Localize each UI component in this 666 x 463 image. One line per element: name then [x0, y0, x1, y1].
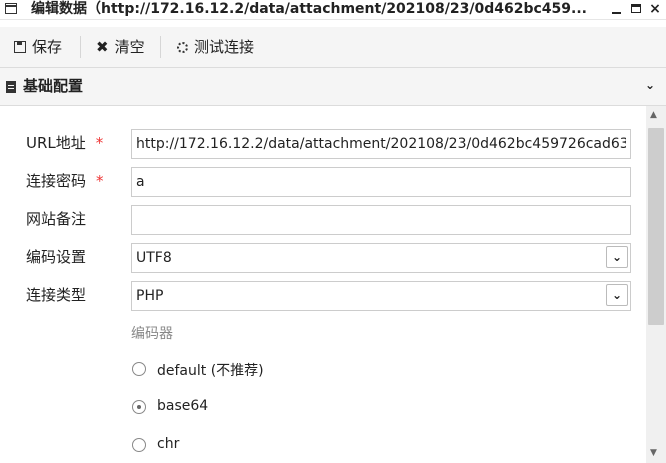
password-label: 连接密码 * — [26, 166, 104, 196]
toolbar-divider — [160, 36, 161, 58]
encoder-option-label[interactable]: base64 — [157, 398, 208, 414]
clear-button[interactable]: ✖ 清空 — [96, 27, 145, 67]
scrollbar-thumb[interactable] — [648, 128, 664, 325]
save-button-label: 保存 — [32, 38, 63, 56]
encoding-select-value: UTF8 — [136, 250, 172, 266]
encoder-radio-default[interactable] — [132, 362, 146, 376]
toolbar-divider — [80, 36, 81, 58]
scroll-down-icon[interactable]: ▼ — [650, 448, 657, 458]
spinner-icon — [177, 41, 188, 53]
save-icon — [14, 41, 26, 53]
panel-title: 基础配置 — [23, 77, 84, 95]
chevron-down-icon[interactable]: ⌄ — [606, 246, 628, 268]
url-label-text: URL地址 — [26, 134, 86, 152]
encoder-option-label[interactable]: default (不推荐) — [157, 360, 264, 380]
window-titlebar: 编辑数据（http://172.16.12.2/data/attachment/… — [0, 0, 666, 20]
test-connection-label: 测试连接 — [194, 38, 255, 56]
password-input[interactable] — [131, 167, 631, 197]
document-icon — [6, 81, 16, 93]
chevron-down-icon[interactable]: ⌄ — [606, 284, 628, 306]
type-select-value: PHP — [136, 288, 164, 304]
scroll-up-icon[interactable]: ▲ — [650, 110, 657, 120]
encoding-select[interactable]: UTF8 ⌄ — [131, 243, 631, 273]
url-label: URL地址 * — [26, 128, 103, 158]
required-mark: * — [95, 134, 104, 152]
encoder-group-title: 编码器 — [131, 326, 173, 342]
type-select[interactable]: PHP ⌄ — [131, 281, 631, 311]
x-icon: ✖ — [96, 38, 109, 56]
encoding-label: 编码设置 — [26, 248, 87, 266]
required-mark: * — [96, 172, 104, 190]
type-label: 连接类型 — [26, 286, 87, 304]
save-button[interactable]: 保存 — [14, 27, 62, 67]
panel-header[interactable]: 基础配置 ⌄ — [0, 68, 666, 106]
maximize-icon[interactable] — [630, 2, 644, 16]
encoder-radio-chr[interactable] — [132, 438, 146, 452]
note-label: 网站备注 — [26, 210, 87, 228]
toolbar: 保存 ✖ 清空 测试连接 — [0, 27, 666, 68]
window-icon — [5, 3, 17, 14]
chevron-down-icon[interactable]: ⌄ — [645, 79, 655, 91]
window-title: 编辑数据（http://172.16.12.2/data/attachment/… — [31, 1, 587, 17]
url-input[interactable] — [131, 129, 631, 159]
close-icon[interactable]: × — [648, 2, 662, 16]
minimize-icon[interactable] — [610, 2, 624, 16]
note-input[interactable] — [131, 205, 631, 235]
encoder-radio-base64[interactable] — [132, 400, 146, 414]
test-connection-button[interactable]: 测试连接 — [177, 27, 254, 67]
password-label-text: 连接密码 — [26, 172, 87, 190]
encoder-option-label[interactable]: chr — [157, 436, 179, 452]
clear-button-label: 清空 — [114, 38, 145, 56]
